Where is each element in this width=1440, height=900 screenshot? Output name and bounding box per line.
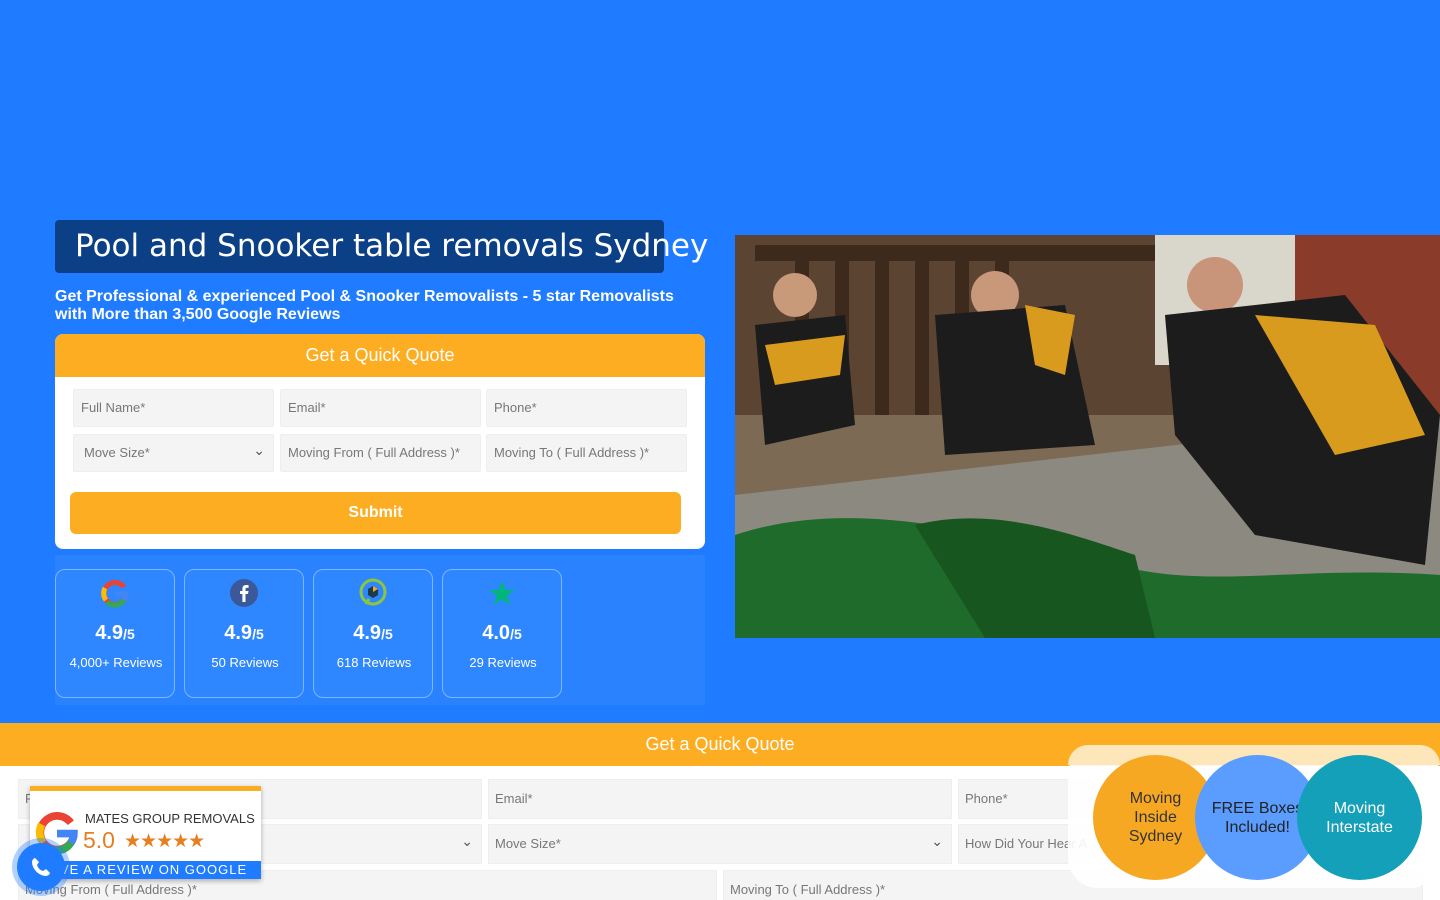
review-score: 4.9/5 bbox=[224, 622, 264, 644]
review-card-facebook[interactable]: 4.9/5 50 Reviews bbox=[184, 569, 304, 698]
review-score: 4.0/5 bbox=[482, 622, 522, 644]
full-name-input[interactable]: Full Name* bbox=[73, 389, 274, 427]
badge-label: Moving Interstate bbox=[1326, 799, 1393, 836]
google-badge-score: 5.0 bbox=[83, 827, 115, 853]
review-score: 4.9/5 bbox=[353, 622, 393, 644]
review-card-trustpilot[interactable]: 4.0/5 29 Reviews bbox=[442, 569, 562, 698]
bottom-move-size-select[interactable]: Move Size* bbox=[488, 822, 952, 864]
badge-label: Moving Inside Sydney bbox=[1128, 790, 1183, 845]
trustpilot-icon bbox=[489, 581, 515, 605]
call-button-inner bbox=[17, 843, 65, 891]
review-score: 4.9/5 bbox=[95, 622, 135, 644]
moving-from-input[interactable]: Moving From ( Full Address )* bbox=[280, 434, 481, 472]
phone-icon bbox=[32, 858, 50, 876]
productreview-icon bbox=[359, 578, 387, 606]
review-count: 618 Reviews bbox=[336, 655, 412, 670]
call-button[interactable] bbox=[12, 838, 70, 896]
moving-to-input[interactable]: Moving To ( Full Address )* bbox=[486, 434, 687, 472]
facebook-icon bbox=[230, 579, 258, 607]
review-count: 29 Reviews bbox=[469, 655, 537, 670]
hero-photo bbox=[735, 235, 1440, 638]
email-input[interactable]: Email* bbox=[280, 389, 481, 427]
quote-form-card: Get a Quick Quote Full Name* Email* Phon… bbox=[55, 334, 705, 549]
google-icon bbox=[101, 579, 129, 608]
review-card-productreview[interactable]: 4.9/5 618 Reviews bbox=[313, 569, 433, 698]
quote-form-header: Get a Quick Quote bbox=[55, 334, 705, 377]
badge-moving-interstate[interactable]: Moving Interstate bbox=[1297, 755, 1422, 880]
phone-input[interactable]: Phone* bbox=[486, 389, 687, 427]
move-size-select[interactable]: Move Size* bbox=[73, 432, 274, 472]
google-badge-stars: ★★★★★ bbox=[124, 831, 205, 852]
google-badge-company: MATES GROUP REMOVALS bbox=[85, 811, 255, 826]
submit-button[interactable]: Submit bbox=[70, 492, 681, 534]
page-title: Pool and Snooker table removals Sydney bbox=[55, 220, 708, 273]
badge-label: FREE Boxes Included! bbox=[1211, 799, 1304, 836]
review-count: 4,000+ Reviews bbox=[69, 655, 163, 670]
bottom-email-input[interactable]: Email* bbox=[488, 779, 952, 819]
hero-subtitle: Get Professional & experienced Pool & Sn… bbox=[55, 288, 674, 323]
review-card-google[interactable]: 4.9/5 4,000+ Reviews bbox=[55, 569, 175, 698]
review-count: 50 Reviews bbox=[211, 655, 279, 670]
